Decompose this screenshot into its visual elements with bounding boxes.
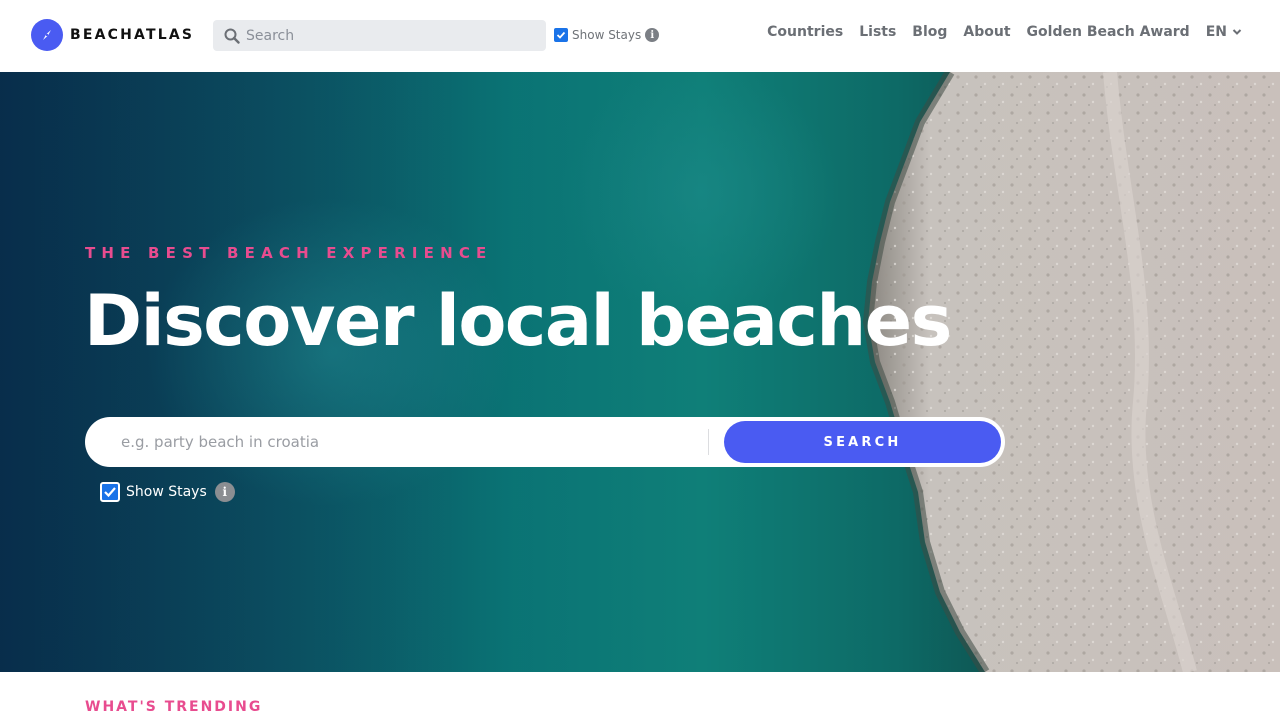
info-icon[interactable]: i — [214, 482, 235, 502]
language-selector[interactable]: EN — [1206, 24, 1242, 40]
info-icon[interactable]: i — [645, 28, 660, 42]
hero-search-input[interactable] — [121, 433, 681, 451]
nav-item-about[interactable]: About — [963, 24, 1010, 40]
nav-item-lists[interactable]: Lists — [859, 24, 896, 40]
header-show-stays[interactable]: Show Stays i — [554, 28, 660, 42]
hero-show-stays[interactable]: Show Stays i — [100, 482, 235, 502]
header-search[interactable] — [213, 20, 546, 51]
hero-eyebrow: THE BEST BEACH EXPERIENCE — [85, 244, 493, 262]
hero-show-stays-checkbox[interactable] — [100, 482, 120, 502]
header-search-input[interactable] — [246, 27, 526, 44]
hero-overlay — [0, 72, 1280, 672]
hero-search-bar: SEARCH — [85, 417, 1005, 467]
chevron-down-icon — [1232, 29, 1242, 35]
header-show-stays-label: Show Stays — [572, 28, 642, 42]
top-header: BEACHATLAS Show Stays i Countries Lists … — [0, 0, 1280, 72]
hero-search-button[interactable]: SEARCH — [724, 421, 1001, 463]
nav-item-blog[interactable]: Blog — [912, 24, 947, 40]
logo-text: BEACHATLAS — [70, 27, 195, 43]
search-divider — [708, 429, 709, 455]
nav-item-countries[interactable]: Countries — [767, 24, 843, 40]
hero-title: Discover local beaches — [84, 280, 952, 362]
hero-show-stays-label: Show Stays — [126, 484, 207, 500]
trending-heading: WHAT'S TRENDING — [85, 699, 263, 715]
header-show-stays-checkbox[interactable] — [554, 28, 568, 42]
hero-section: THE BEST BEACH EXPERIENCE Discover local… — [0, 72, 1280, 672]
compass-icon — [31, 19, 63, 51]
main-nav: Countries Lists Blog About Golden Beach … — [751, 24, 1242, 40]
language-label: EN — [1205, 24, 1227, 40]
logo[interactable]: BEACHATLAS — [31, 19, 194, 51]
search-icon — [224, 28, 240, 44]
nav-item-golden-beach-award[interactable]: Golden Beach Award — [1027, 24, 1190, 40]
